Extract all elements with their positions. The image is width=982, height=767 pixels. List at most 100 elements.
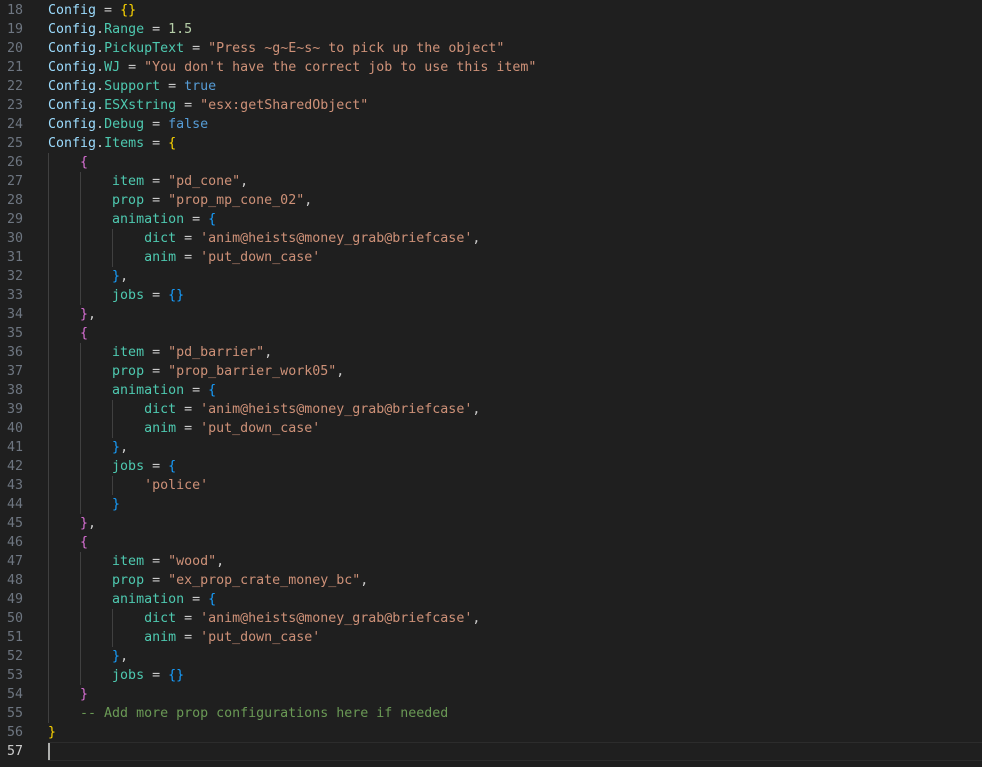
code-text: Config.Range = 1.5 [48, 20, 192, 39]
code-line[interactable]: 39 dict = 'anim@heists@money_grab@briefc… [0, 400, 982, 419]
code-line[interactable]: 57 [0, 742, 982, 761]
line-number: 19 [6, 22, 23, 37]
code-line[interactable]: 27 item = "pd_cone", [0, 172, 982, 191]
code-line[interactable]: 24 Config.Debug = false [0, 115, 982, 134]
code-line[interactable]: 18 Config = {} [0, 1, 982, 20]
token: } [112, 649, 121, 664]
code-text: Config.Debug = false [48, 115, 208, 134]
token: Config [48, 79, 97, 94]
token: } [80, 687, 89, 702]
code-line[interactable]: 44 } [0, 495, 982, 514]
token: Config [48, 60, 97, 75]
code-text: Config.PickupText = "Press ~g~E~s~ to pi… [48, 39, 504, 58]
token: = [144, 459, 169, 474]
code-line[interactable]: 20 Config.PickupText = "Press ~g~E~s~ to … [0, 39, 982, 58]
code-editor[interactable]: 18 Config = {} 19 Config.Range = 1.5 20 Confi… [0, 1, 982, 761]
code-line[interactable]: 21 Config.WJ = "You don't have the correc… [0, 58, 982, 77]
line-number: 54 [6, 687, 23, 702]
token: = [144, 364, 169, 379]
code-line[interactable]: 50 dict = 'anim@heists@money_grab@briefc… [0, 609, 982, 628]
code-line[interactable]: 33 jobs = {} [0, 286, 982, 305]
code-line[interactable]: 53 jobs = {} [0, 666, 982, 685]
code-text: Config.ESXstring = "esx:getSharedObject" [48, 96, 368, 115]
code-line[interactable]: 31 anim = 'put_down_case' [0, 248, 982, 267]
token: { [80, 535, 89, 550]
token: { [80, 155, 89, 170]
code-text: Config.Items = { [48, 134, 176, 153]
code-line[interactable]: 28 prop = "prop_mp_cone_02", [0, 191, 982, 210]
line-number: 45 [6, 516, 23, 531]
code-line[interactable]: 51 anim = 'put_down_case' [0, 628, 982, 647]
line-number: 32 [6, 269, 23, 284]
code-text: } [48, 495, 120, 514]
code-line[interactable]: 26 { [0, 153, 982, 172]
code-line[interactable]: 35 { [0, 324, 982, 343]
token: = [144, 22, 169, 37]
token: -- Add more prop configurations here if … [80, 706, 449, 721]
code-line[interactable]: 19 Config.Range = 1.5 [0, 20, 982, 39]
token: { [168, 459, 177, 474]
code-line[interactable]: 23 Config.ESXstring = "esx:getSharedObjec… [0, 96, 982, 115]
code-line[interactable]: 30 dict = 'anim@heists@money_grab@briefc… [0, 229, 982, 248]
code-line[interactable]: 41 }, [0, 438, 982, 457]
code-text: }, [48, 647, 128, 666]
code-line[interactable]: 49 animation = { [0, 590, 982, 609]
code-line[interactable]: 37 prop = "prop_barrier_work05", [0, 362, 982, 381]
code-line[interactable]: 52 }, [0, 647, 982, 666]
token: = [144, 554, 169, 569]
token: true [184, 79, 217, 94]
code-text: }, [48, 305, 96, 324]
token: dict [144, 231, 177, 246]
code-line[interactable]: 45 }, [0, 514, 982, 533]
code-line[interactable]: 42 jobs = { [0, 457, 982, 476]
code-line[interactable]: 32 }, [0, 267, 982, 286]
code-line[interactable]: 46 { [0, 533, 982, 552]
line-number: 22 [6, 79, 23, 94]
token: . [96, 79, 105, 94]
code-line[interactable]: 38 animation = { [0, 381, 982, 400]
code-line[interactable]: 48 prop = "ex_prop_crate_money_bc", [0, 571, 982, 590]
token: = [176, 630, 201, 645]
code-text: item = "pd_barrier", [48, 343, 272, 362]
code-text: dict = 'anim@heists@money_grab@briefcase… [48, 400, 480, 419]
code-text: } [48, 685, 88, 704]
token: = [144, 288, 169, 303]
line-number: 30 [6, 231, 23, 246]
code-line[interactable]: 29 animation = { [0, 210, 982, 229]
code-text: animation = { [48, 210, 216, 229]
token: 'anim@heists@money_grab@briefcase' [200, 611, 473, 626]
token: false [168, 117, 209, 132]
code-line[interactable]: 22 Config.Support = true [0, 77, 982, 96]
code-line[interactable]: 55 -- Add more prop configurations here … [0, 704, 982, 723]
code-line[interactable]: 40 anim = 'put_down_case' [0, 419, 982, 438]
code-line[interactable]: 43 'police' [0, 476, 982, 495]
line-number: 56 [6, 725, 23, 740]
code-line[interactable]: 34 }, [0, 305, 982, 324]
line-number: 46 [6, 535, 23, 550]
token: PickupText [104, 41, 185, 56]
token: , [216, 554, 225, 569]
token: 'anim@heists@money_grab@briefcase' [200, 231, 473, 246]
code-text: jobs = {} [48, 286, 184, 305]
code-line[interactable]: 56} [0, 723, 982, 742]
code-text: -- Add more prop configurations here if … [48, 704, 448, 723]
token: WJ [104, 60, 121, 75]
line-number: 41 [6, 440, 23, 455]
line-number: 42 [6, 459, 23, 474]
token: = [176, 611, 201, 626]
code-line[interactable]: 54 } [0, 685, 982, 704]
code-line[interactable]: 25 Config.Items = { [0, 134, 982, 153]
code-line[interactable]: 36 item = "pd_barrier", [0, 343, 982, 362]
code-text: anim = 'put_down_case' [48, 248, 320, 267]
line-number: 39 [6, 402, 23, 417]
code-line[interactable]: 47 item = "wood", [0, 552, 982, 571]
